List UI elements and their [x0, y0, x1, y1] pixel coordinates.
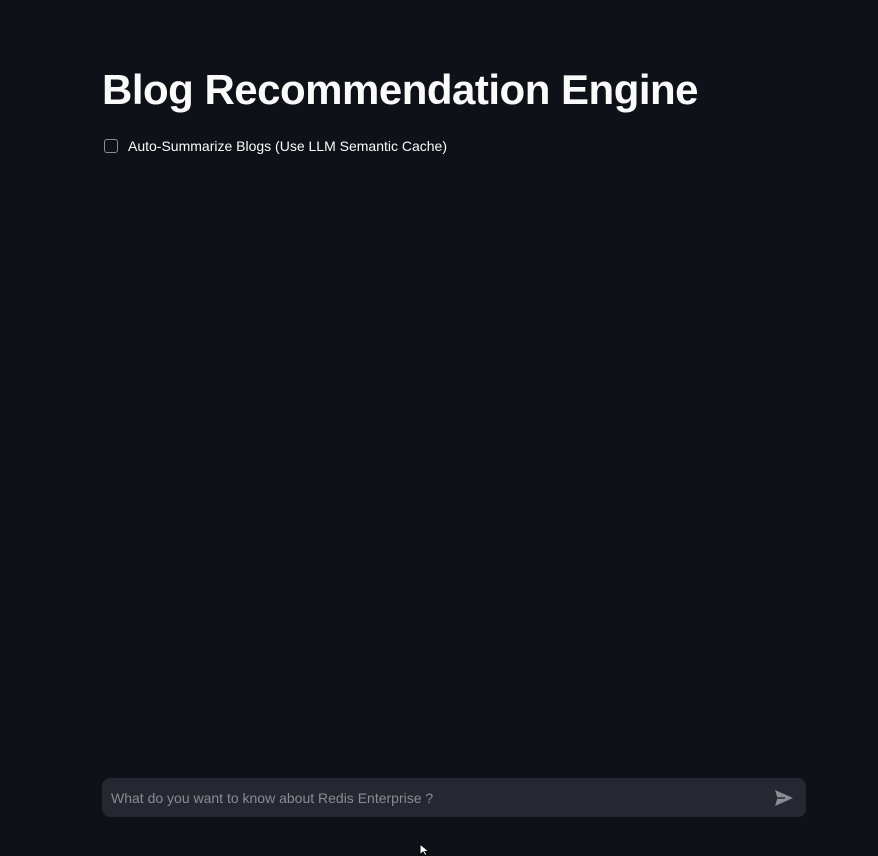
mouse-cursor-icon — [419, 843, 431, 856]
auto-summarize-checkbox[interactable]: Auto-Summarize Blogs (Use LLM Semantic C… — [104, 138, 447, 154]
page-title: Blog Recommendation Engine — [102, 66, 699, 113]
send-icon — [775, 789, 793, 806]
app-root: Blog Recommendation Engine Auto-Summariz… — [0, 0, 878, 856]
chat-input-container — [102, 778, 806, 817]
auto-summarize-label: Auto-Summarize Blogs (Use LLM Semantic C… — [128, 138, 448, 154]
send-button[interactable] — [772, 786, 796, 810]
checkbox-box[interactable] — [104, 139, 118, 153]
chat-input[interactable] — [111, 789, 772, 806]
